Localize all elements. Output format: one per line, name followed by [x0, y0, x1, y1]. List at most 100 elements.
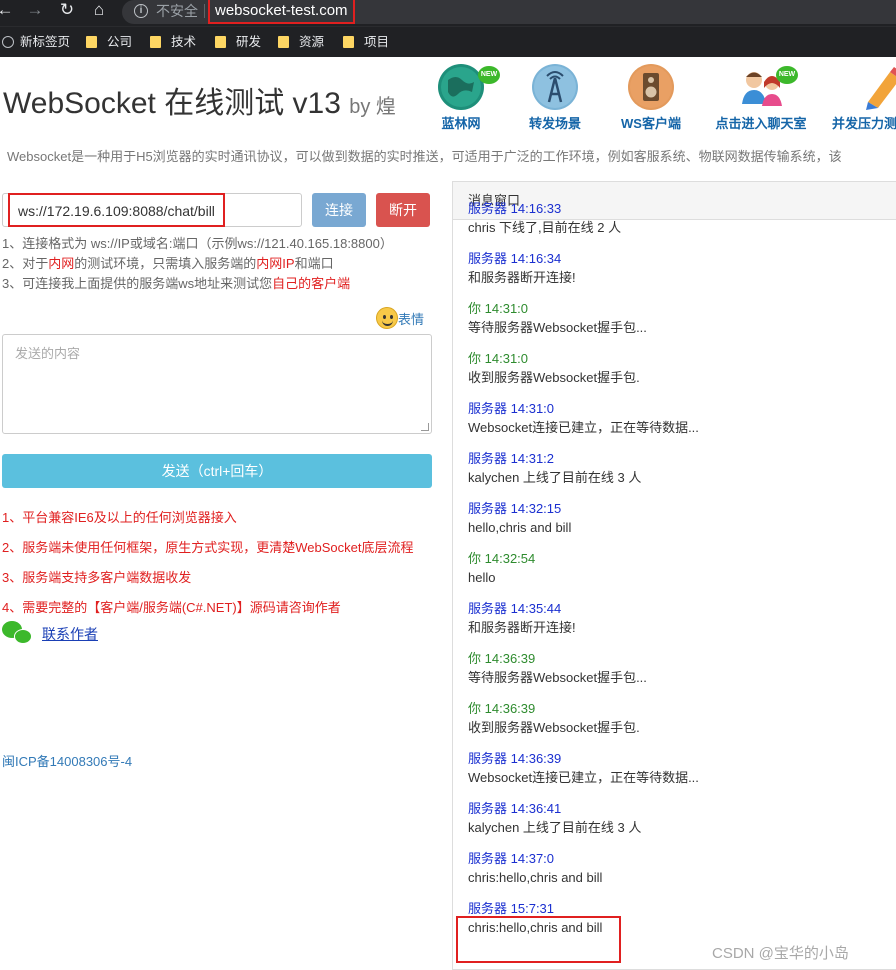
message-header: 服务器 14:36:41: [468, 800, 888, 818]
message-text: 收到服务器Websocket握手包.: [468, 370, 640, 385]
message-sender: 你: [468, 301, 482, 316]
message-header: 服务器 14:16:33: [468, 200, 888, 218]
message-time: 14:35:44: [510, 601, 562, 616]
feature-forward[interactable]: 转发场景: [500, 64, 610, 132]
feature-item: 4、需要完整的【客户端/服务端(C#.NET)】源码请咨询作者: [2, 600, 341, 615]
contact-author-link[interactable]: 联系作者: [42, 624, 98, 644]
message-text: Websocket连接已建立，正在等待数据...: [468, 420, 699, 435]
bookmark-rd[interactable]: 研发: [215, 34, 261, 50]
message-time: 14:32:15: [510, 501, 562, 516]
emoji-link[interactable]: 表情: [398, 309, 424, 328]
csdn-watermark: CSDN @宝华的小岛: [712, 945, 849, 962]
reload-icon[interactable]: ↻: [56, 0, 78, 22]
feature-item: 3、服务端支持多客户端数据收发: [2, 570, 192, 585]
feature-stress-test[interactable]: 并发压力测: [832, 64, 896, 132]
message-sender: 你: [468, 351, 482, 366]
bookmark-tech[interactable]: 技术: [150, 34, 196, 50]
info-icon[interactable]: i: [134, 4, 148, 18]
resize-grip-icon[interactable]: [421, 423, 429, 431]
security-label: 不安全: [156, 3, 198, 19]
message-time: 14:31:0: [510, 401, 555, 416]
message-text: chris 下线了,目前在线 2 人: [468, 220, 622, 235]
message-header: 服务器 14:36:39: [468, 750, 888, 768]
message-window: 消息窗口 服务器 14:16:33 chris 下线了,目前在线 2 人服务器 1…: [452, 181, 896, 970]
ws-url-input[interactable]: ws://172.19.6.109:8088/chat/bill: [2, 193, 302, 227]
message-entry: 服务器 14:31:0 Websocket连接已建立，正在等待数据...: [468, 400, 888, 450]
message-header: 你 14:32:54: [468, 550, 888, 568]
folder-icon: [86, 36, 97, 48]
hint-2: 2、对于内网的测试环境，只需填入服务端的内网IP和端口: [2, 256, 334, 271]
usage-hints: 1、连接格式为 ws://IP或域名:端口（示例ws://121.40.165.…: [2, 234, 393, 294]
message-sender: 服务器: [468, 801, 508, 816]
message-time: 15:7:31: [510, 901, 555, 916]
bookmark-new-tab[interactable]: 新标签页: [2, 34, 70, 50]
site-title: WebSocket 在线测试 v13 by 煌: [3, 78, 396, 122]
feature-item: 1、平台兼容IE6及以上的任何浏览器接入: [2, 510, 237, 525]
message-time: 14:32:54: [484, 551, 536, 566]
message-sender: 服务器: [468, 901, 508, 916]
connect-button[interactable]: 连接: [312, 193, 366, 227]
message-text: hello: [468, 570, 496, 585]
message-text: hello,chris and bill: [468, 520, 572, 535]
message-header: 服务器 14:35:44: [468, 600, 888, 618]
message-header: 服务器 14:32:15: [468, 500, 888, 518]
message-entry: 服务器 14:36:39 Websocket连接已建立，正在等待数据...: [468, 750, 888, 800]
message-text: 等待服务器Websocket握手包...: [468, 670, 647, 685]
message-entry: 你 14:32:54 hello: [468, 550, 888, 600]
feature-chatroom[interactable]: NEW 点击进入聊天室: [706, 64, 816, 132]
ws-url-value[interactable]: ws://172.19.6.109:8088/chat/bill: [8, 193, 225, 227]
message-time: 14:16:34: [510, 251, 562, 266]
back-icon[interactable]: ←: [0, 0, 16, 22]
speaker-icon: [628, 64, 674, 110]
message-text: kalychen 上线了目前在线 3 人: [468, 470, 642, 485]
message-entry: 服务器 14:36:41 kalychen 上线了目前在线 3 人: [468, 800, 888, 850]
feature-label: 转发场景: [528, 116, 581, 131]
title-text: WebSocket 在线测试 v13: [3, 87, 341, 120]
message-time: 14:31:2: [510, 451, 555, 466]
feature-item: 2、服务端未使用任何框架，原生方式实现，更清楚WebSocket底层流程: [2, 540, 414, 555]
forward-icon[interactable]: →: [24, 0, 46, 22]
message-entry: 服务器 14:35:44 和服务器断开连接!: [468, 600, 888, 650]
message-header: 服务器 14:31:2: [468, 450, 888, 468]
feature-ws-client[interactable]: WS客户端: [596, 64, 706, 132]
message-time: 14:16:33: [510, 201, 562, 216]
bookmark-projects[interactable]: 项目: [343, 34, 389, 50]
message-header: 服务器 14:37:0: [468, 850, 888, 868]
wechat-icon: [2, 621, 32, 647]
message-entry: 服务器 14:31:2 kalychen 上线了目前在线 3 人: [468, 450, 888, 500]
message-sender: 服务器: [468, 501, 508, 516]
antenna-icon: [532, 64, 578, 110]
message-text: 和服务器断开连接!: [468, 270, 576, 285]
folder-icon: [343, 36, 354, 48]
message-time: 14:36:39: [484, 701, 536, 716]
message-log[interactable]: 服务器 14:16:33 chris 下线了,目前在线 2 人服务器 14:16:…: [468, 200, 888, 950]
message-entry: 服务器 14:16:33 chris 下线了,目前在线 2 人: [468, 200, 888, 250]
icp-record[interactable]: 闽ICP备14008306号-4: [2, 751, 132, 770]
browser-toolbar: ← → ↻ ⌂ i 不安全 websocket-test.com: [0, 0, 896, 26]
message-entry: 你 14:36:39 等待服务器Websocket握手包...: [468, 650, 888, 700]
message-text: 和服务器断开连接!: [468, 620, 576, 635]
message-textarea[interactable]: 发送的内容: [2, 334, 432, 434]
message-entry: 服务器 14:32:15 hello,chris and bill: [468, 500, 888, 550]
home-icon[interactable]: ⌂: [88, 0, 110, 22]
bookmark-company[interactable]: 公司: [86, 34, 132, 50]
message-entry: 服务器 14:37:0 chris:hello,chris and bill: [468, 850, 888, 900]
new-badge: NEW: [776, 66, 798, 84]
send-button[interactable]: 发送（ctrl+回车）: [2, 454, 432, 488]
message-sender: 服务器: [468, 451, 508, 466]
message-entry: 你 14:31:0 等待服务器Websocket握手包...: [468, 300, 888, 350]
url-text[interactable]: websocket-test.com: [208, 0, 355, 24]
smiley-icon[interactable]: [376, 307, 398, 329]
globe-icon: [2, 36, 14, 48]
message-header: 你 14:36:39: [468, 650, 888, 668]
new-badge: NEW: [478, 66, 500, 84]
message-placeholder: 发送的内容: [15, 346, 81, 361]
message-header: 你 14:31:0: [468, 350, 888, 368]
message-text: 收到服务器Websocket握手包.: [468, 720, 640, 735]
message-sender: 服务器: [468, 851, 508, 866]
disconnect-button[interactable]: 断开: [376, 193, 430, 227]
address-bar[interactable]: i 不安全 websocket-test.com: [122, 0, 896, 24]
feature-label: WS客户端: [621, 116, 681, 131]
bookmark-resources[interactable]: 资源: [278, 34, 324, 50]
message-entry: 服务器 14:16:34 和服务器断开连接!: [468, 250, 888, 300]
